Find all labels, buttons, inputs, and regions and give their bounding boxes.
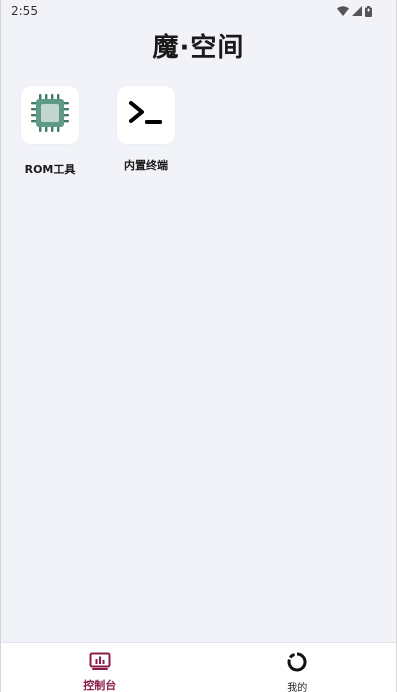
chip-icon bbox=[30, 93, 70, 137]
battery-icon bbox=[365, 5, 372, 17]
wifi-icon bbox=[337, 6, 349, 16]
app-grid: ROM工具 内置终端 bbox=[21, 86, 175, 177]
status-bar: 2:55 bbox=[1, 0, 396, 22]
app-icon-container bbox=[117, 86, 175, 144]
tab-profile-label: 我的 bbox=[287, 683, 308, 692]
tab-profile[interactable]: 我的 bbox=[199, 643, 397, 692]
page-title: 魔·空间 bbox=[152, 33, 245, 63]
app-tile-terminal[interactable]: 内置终端 bbox=[117, 86, 175, 177]
app-screen: 2:55 魔·空间 ROM工具 内置终端 控制台 我的 bbox=[0, 0, 397, 692]
status-icons bbox=[337, 5, 372, 17]
app-icon-container bbox=[21, 86, 79, 144]
tab-console[interactable]: 控制台 bbox=[1, 643, 199, 692]
dashboard-icon bbox=[89, 652, 111, 674]
cell-signal-icon bbox=[352, 6, 362, 16]
bottom-navigation: 控制台 我的 bbox=[1, 642, 396, 692]
app-tile-rom-tools[interactable]: ROM工具 bbox=[21, 86, 79, 177]
app-label-terminal: 内置终端 bbox=[124, 159, 168, 172]
app-label-rom-tools: ROM工具 bbox=[24, 163, 76, 176]
tab-console-label: 控制台 bbox=[83, 679, 117, 692]
status-time: 2:55 bbox=[11, 4, 38, 18]
terminal-icon bbox=[126, 93, 166, 137]
profile-ring-icon bbox=[287, 652, 307, 676]
